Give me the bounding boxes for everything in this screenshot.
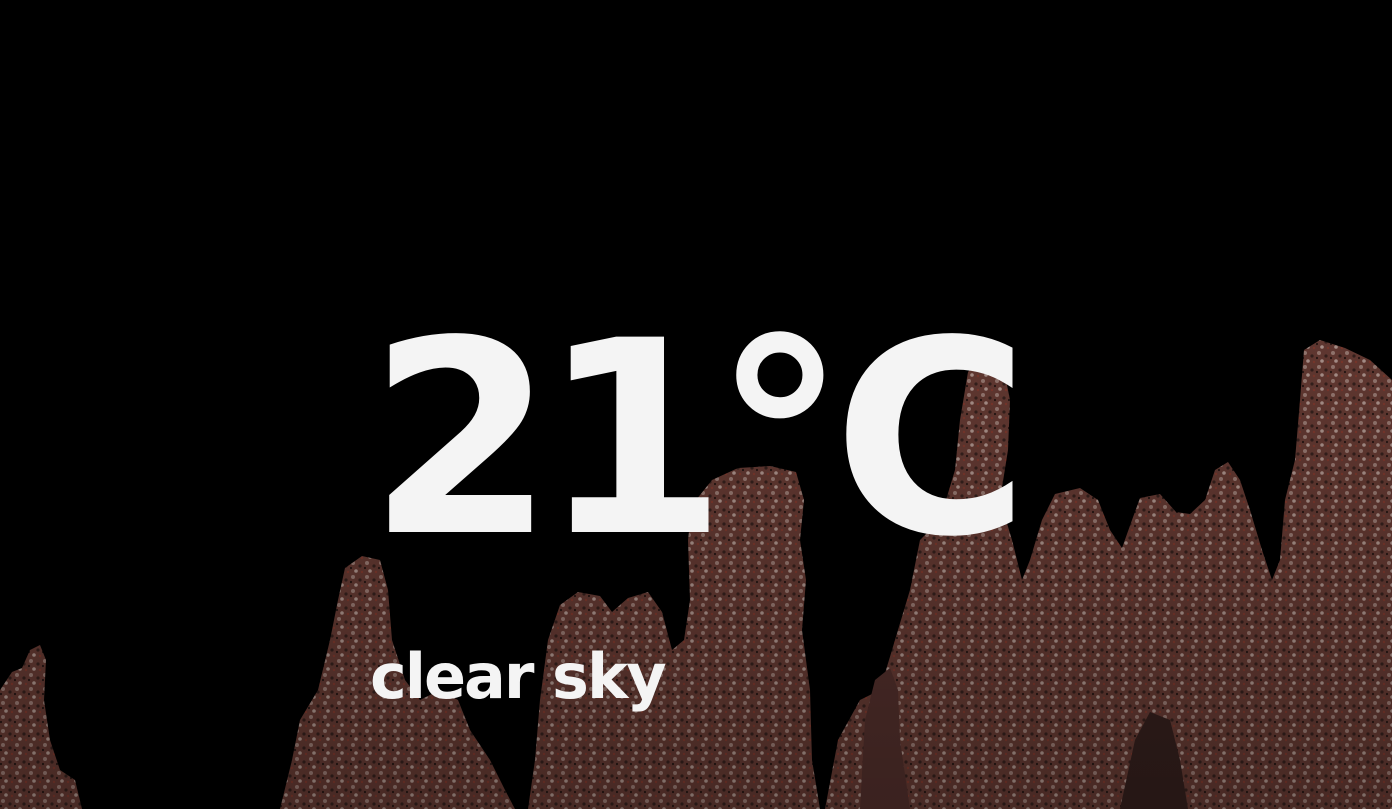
weather-condition: clear sky	[370, 640, 667, 713]
weather-screen: 21°C clear sky	[0, 0, 1392, 809]
temperature-value: 21°C	[368, 284, 1030, 596]
